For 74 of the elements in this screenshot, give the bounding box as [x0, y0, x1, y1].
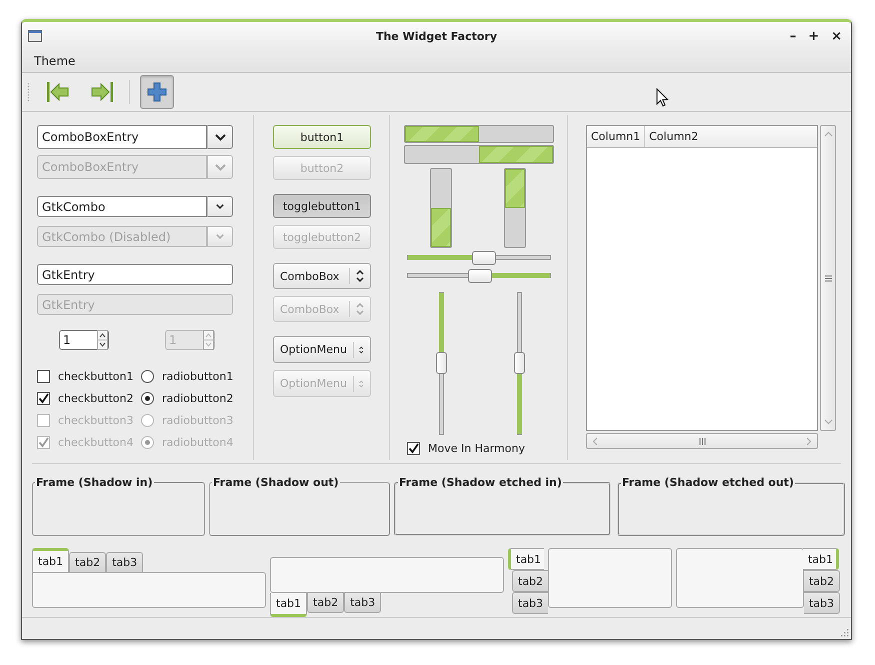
plus-icon	[147, 82, 167, 102]
tab[interactable]: tab2	[307, 593, 344, 613]
tab[interactable]: tab2	[804, 570, 840, 592]
radio-button[interactable]	[141, 392, 154, 404]
chevron-right-icon[interactable]	[806, 436, 812, 446]
text-field[interactable]: GtkEntry	[37, 264, 233, 285]
tree-view[interactable]: Column1 Column2	[586, 125, 818, 431]
window-control-button[interactable]: +	[805, 28, 822, 44]
toolbar-handle-icon[interactable]	[27, 82, 31, 102]
radio-label: radiobutton3	[162, 414, 234, 426]
grip-icon[interactable]	[698, 438, 706, 444]
slider-thumb[interactable]	[468, 268, 492, 283]
checkbox[interactable]	[37, 392, 50, 404]
chevron-up-icon[interactable]	[824, 131, 832, 137]
toolbar-button[interactable]	[140, 75, 174, 109]
window-control-button[interactable]: –	[786, 28, 800, 44]
slider-thumb[interactable]	[436, 352, 447, 374]
tab[interactable]: tab1	[508, 548, 544, 570]
checkbox-label: checkbutton2	[58, 392, 134, 404]
checkbox-label: checkbutton3	[58, 414, 134, 426]
radio-label: radiobutton4	[162, 436, 234, 448]
frame-label: Frame (Shadow out)	[212, 476, 340, 489]
text-field[interactable]: ComboBoxEntry	[37, 125, 207, 149]
checkbox-label: checkbutton1	[58, 370, 134, 382]
arrow-left-bar-icon	[46, 81, 70, 103]
column-header[interactable]: Column1	[587, 126, 646, 147]
checkbox[interactable]	[407, 442, 420, 455]
slider-thumb[interactable]	[514, 352, 525, 374]
checkbox-label: Move In Harmony	[428, 442, 525, 455]
radio-label: radiobutton1	[162, 370, 234, 382]
resize-grip-icon[interactable]	[839, 627, 849, 637]
chevron-left-icon[interactable]	[592, 436, 598, 446]
frame-label: Frame (Shadow in)	[35, 476, 154, 489]
horizontal-scrollbar[interactable]	[586, 433, 818, 449]
tab[interactable]: tab1	[270, 593, 308, 617]
radio-button[interactable]	[141, 370, 154, 382]
arrow-right-bar-icon	[90, 81, 114, 103]
tab[interactable]: tab3	[804, 592, 840, 614]
combo-box[interactable]: OptionMenu	[273, 336, 371, 363]
window-title: The Widget Factory	[376, 30, 498, 42]
grip-icon[interactable]	[824, 274, 832, 282]
frame-label: Frame (Shadow etched out)	[621, 476, 795, 489]
radio-label: radiobutton2	[162, 392, 234, 404]
combo-box[interactable]: ComboBox	[273, 263, 371, 289]
tab[interactable]: tab3	[344, 593, 382, 613]
tab[interactable]: tab2	[69, 552, 106, 572]
chevron-down-icon	[216, 234, 224, 239]
column-header[interactable]: Column2	[645, 126, 702, 147]
checkbox[interactable]	[37, 370, 50, 382]
spin-arrows-icon[interactable]	[97, 330, 108, 350]
window-control-button[interactable]: ×	[828, 28, 845, 44]
tab[interactable]: tab3	[512, 592, 548, 614]
slider-thumb[interactable]	[472, 250, 496, 265]
spin-field[interactable]: 1	[59, 330, 109, 350]
tab[interactable]: tab2	[512, 570, 548, 592]
chevron-down-icon	[214, 134, 226, 140]
mouse-pointer-icon	[656, 88, 669, 107]
tab[interactable]: tab1	[32, 548, 70, 572]
toggle-button[interactable]: togglebutton1	[273, 194, 371, 218]
tab[interactable]: tab1	[802, 548, 839, 570]
up-down-chevron-icon	[356, 269, 364, 283]
checkbox-label: checkbutton4	[58, 436, 134, 448]
chevron-down-icon	[216, 204, 224, 209]
menu-item[interactable]: Theme	[34, 54, 76, 68]
chevron-down-icon[interactable]	[824, 419, 832, 425]
chevron-down-icon	[214, 164, 226, 170]
up-down-chevron-icon	[356, 302, 364, 316]
dropdown-button[interactable]	[207, 125, 233, 149]
tab[interactable]: tab3	[106, 552, 144, 572]
push-button[interactable]: button1	[273, 125, 371, 149]
vertical-scrollbar[interactable]	[820, 125, 836, 431]
frame-label: Frame (Shadow etched in)	[398, 476, 563, 489]
text-field[interactable]: GtkCombo	[37, 196, 207, 217]
window-icon	[28, 30, 42, 42]
